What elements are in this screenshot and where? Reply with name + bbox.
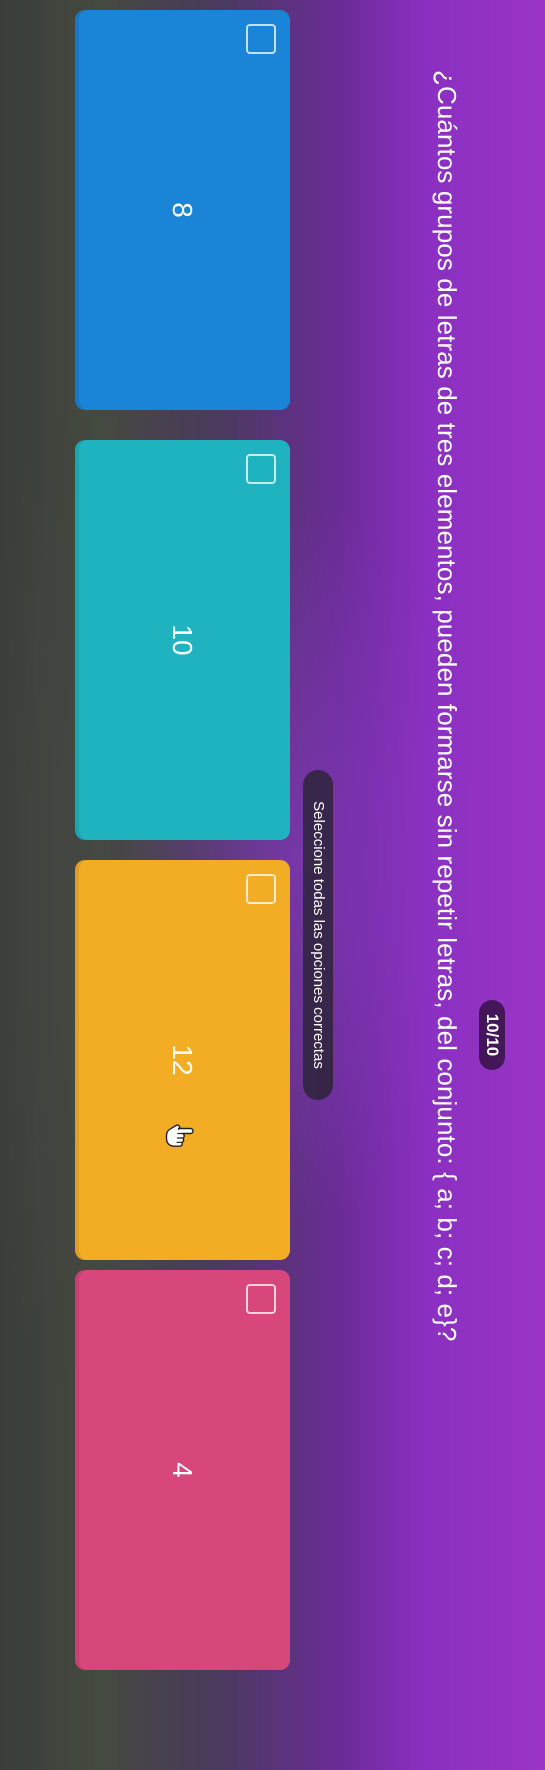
answer-option-label: 8 <box>167 202 198 218</box>
quiz-stage: 10/10 ¿Cuántos grupos de letras de tres … <box>0 0 545 1770</box>
answer-option-2[interactable]: 10 <box>75 440 290 840</box>
quiz-screen: 10/10 ¿Cuántos grupos de letras de tres … <box>0 0 545 1770</box>
answer-option-label: 4 <box>167 1462 198 1478</box>
pointer-hand-icon <box>165 1124 194 1147</box>
answer-option-label: 10 <box>167 624 198 656</box>
answer-option-label: 12 <box>167 1044 198 1076</box>
answer-options: 8 10 12 4 <box>0 0 545 1770</box>
answer-option-1[interactable]: 8 <box>75 10 290 410</box>
answer-option-3[interactable]: 12 <box>75 860 290 1260</box>
answer-option-4[interactable]: 4 <box>75 1270 290 1670</box>
